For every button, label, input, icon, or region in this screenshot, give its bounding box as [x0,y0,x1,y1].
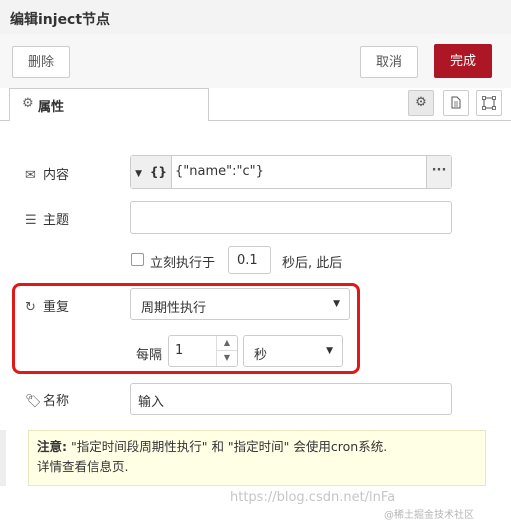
name-label-row: 🏷名称 [25,390,69,409]
repeat-highlight-box [12,283,360,374]
envelope-icon: ✉ [25,168,36,183]
payload-type-label: {} [149,165,167,179]
left-edge-strip [0,430,6,486]
topic-label: 主题 [43,213,70,228]
document-icon[interactable] [443,90,469,116]
payload-value[interactable]: {"name":"c"} [175,164,264,179]
payload-typed-input[interactable]: ▼ {} {"name":"c"} ··· [130,155,452,189]
name-label: 名称 [43,394,70,409]
tab-properties-label: 属性 [38,100,65,115]
dialog-title: 编辑inject节点 [10,12,111,28]
tab-bar: ⚙ 属性 ⚙ [0,88,511,121]
done-button[interactable]: 完成 [434,44,492,78]
name-input[interactable]: 输入 [130,383,452,415]
payload-expand-button[interactable]: ··· [426,156,451,188]
cancel-button[interactable]: 取消 [360,46,418,78]
caret-down-icon: ▼ [135,169,142,179]
gear-icon[interactable]: ⚙ [408,90,434,116]
inject-once-delay-input[interactable]: 0.1 [228,246,271,274]
note-bold: 注意: [37,439,67,454]
tab-properties[interactable]: ⚙ 属性 [9,88,209,121]
topic-label-row: ☰ 主题 [25,209,69,228]
name-placeholder: 输入 [138,395,165,410]
topic-input[interactable] [130,201,452,234]
inject-once-label: 立刻执行于 [150,256,216,271]
delete-button[interactable]: 删除 [12,46,70,78]
gear-icon: ⚙ [22,96,34,111]
watermark-text-2: @稀土掘金技术社区 [384,510,474,521]
tag-icon: 🏷 [25,394,42,409]
dialog-button-row: 删除 取消 完成 [0,34,511,89]
payload-label-row: ✉ 内容 [25,164,69,183]
frame-icon[interactable] [476,90,502,116]
note-text2: 详情查看信息页. [37,459,129,474]
cron-note: 注意: "指定时间段周期性执行" 和 "指定时间" 会使用cron系统. 详情查… [28,430,486,486]
payload-type-select[interactable]: ▼ {} [131,156,172,188]
inject-once-checkbox[interactable] [131,253,144,266]
note-text1: "指定时间段周期性执行" 和 "指定时间" 会使用cron系统. [67,439,388,454]
dialog-titlebar: 编辑inject节点 [0,0,511,35]
watermark-text: https://blog.csdn.net/lnFa [230,490,396,505]
payload-label: 内容 [43,168,70,183]
inject-once-suffix: 秒后, 此后 [282,256,343,271]
tasks-icon: ☰ [25,213,37,228]
inject-once-delay-value: 0.1 [237,253,258,268]
